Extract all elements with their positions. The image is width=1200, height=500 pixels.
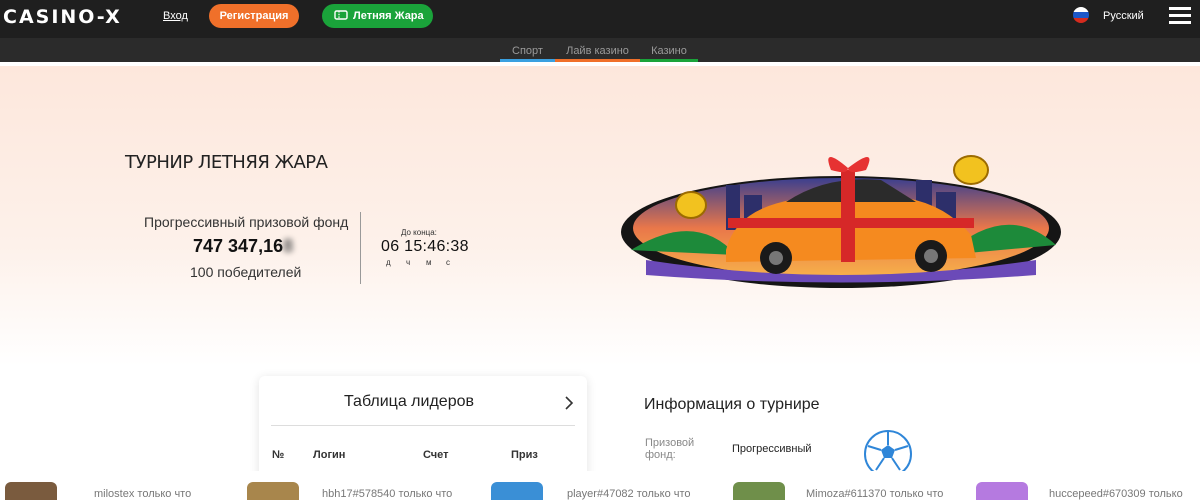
prize-fund-info-value: Прогрессивный xyxy=(732,443,812,455)
tab-live-casino[interactable]: Лайв казино xyxy=(555,38,640,62)
tab-sport[interactable]: Спорт xyxy=(500,38,555,62)
tournament-title: ТУРНИР ЛЕТНЯЯ ЖАРА xyxy=(125,152,328,173)
leaderboard-divider xyxy=(271,425,575,426)
recent-winners-ticker: milostex только что hbh17#578540 только … xyxy=(0,471,1200,500)
summer-heat-label: Летняя Жара xyxy=(353,10,424,22)
column-rank: № xyxy=(272,449,285,461)
tab-live-casino-label: Лайв казино xyxy=(566,45,629,57)
leaderboard-title: Таблица лидеров xyxy=(344,393,474,410)
column-prize: Приз xyxy=(511,449,538,461)
language-selector[interactable]: Русский xyxy=(1103,10,1144,22)
login-link[interactable]: Вход xyxy=(163,10,188,22)
game-thumbnail[interactable] xyxy=(976,482,1028,500)
tab-casino[interactable]: Казино xyxy=(640,38,698,62)
sports-car-gift-illustration xyxy=(621,155,1061,288)
russian-flag-icon[interactable] xyxy=(1073,7,1089,23)
ticker-item: milostex только что xyxy=(94,488,192,500)
tab-sport-label: Спорт xyxy=(512,45,543,57)
column-login: Логин xyxy=(313,449,346,461)
game-thumbnail[interactable] xyxy=(491,482,543,500)
top-header: CASINO-X Вход Регистрация Летняя Жара Ру… xyxy=(0,0,1200,38)
game-thumbnail[interactable] xyxy=(733,482,785,500)
column-score: Счет xyxy=(423,449,449,461)
countdown-timer: 06 15:46:38 xyxy=(381,238,469,255)
game-thumbnail[interactable] xyxy=(247,482,299,500)
chevron-right-icon[interactable] xyxy=(564,396,574,415)
countdown-units: дчмс xyxy=(386,258,450,267)
ticker-item: huccepeed#670309 только xyxy=(1049,488,1183,500)
prize-fund-amount: 747 347,168 xyxy=(193,236,294,256)
hamburger-menu-icon[interactable] xyxy=(1169,7,1191,25)
hero-divider xyxy=(360,212,361,284)
countdown-label: До конца: xyxy=(401,228,437,237)
game-thumbnail[interactable] xyxy=(5,482,57,500)
section-nav: Спорт Лайв казино Казино xyxy=(0,38,1200,62)
prize-fund-info-label: Призовой фонд: xyxy=(645,437,695,461)
tournament-info-title: Информация о турнире xyxy=(644,396,820,413)
register-button[interactable]: Регистрация xyxy=(209,4,299,28)
ticker-item: Mimoza#611370 только что xyxy=(806,488,944,500)
ticket-icon xyxy=(334,6,348,30)
ticker-item: hbh17#578540 только что xyxy=(322,488,453,500)
summer-heat-button[interactable]: Летняя Жара xyxy=(322,4,433,28)
tab-casino-label: Казино xyxy=(651,45,687,57)
winners-count: 100 победителей xyxy=(190,264,302,280)
ticker-item: player#47082 только что xyxy=(567,488,691,500)
site-logo[interactable]: CASINO-X xyxy=(3,6,122,28)
prize-fund-label: Прогрессивный призовой фонд xyxy=(144,214,349,230)
